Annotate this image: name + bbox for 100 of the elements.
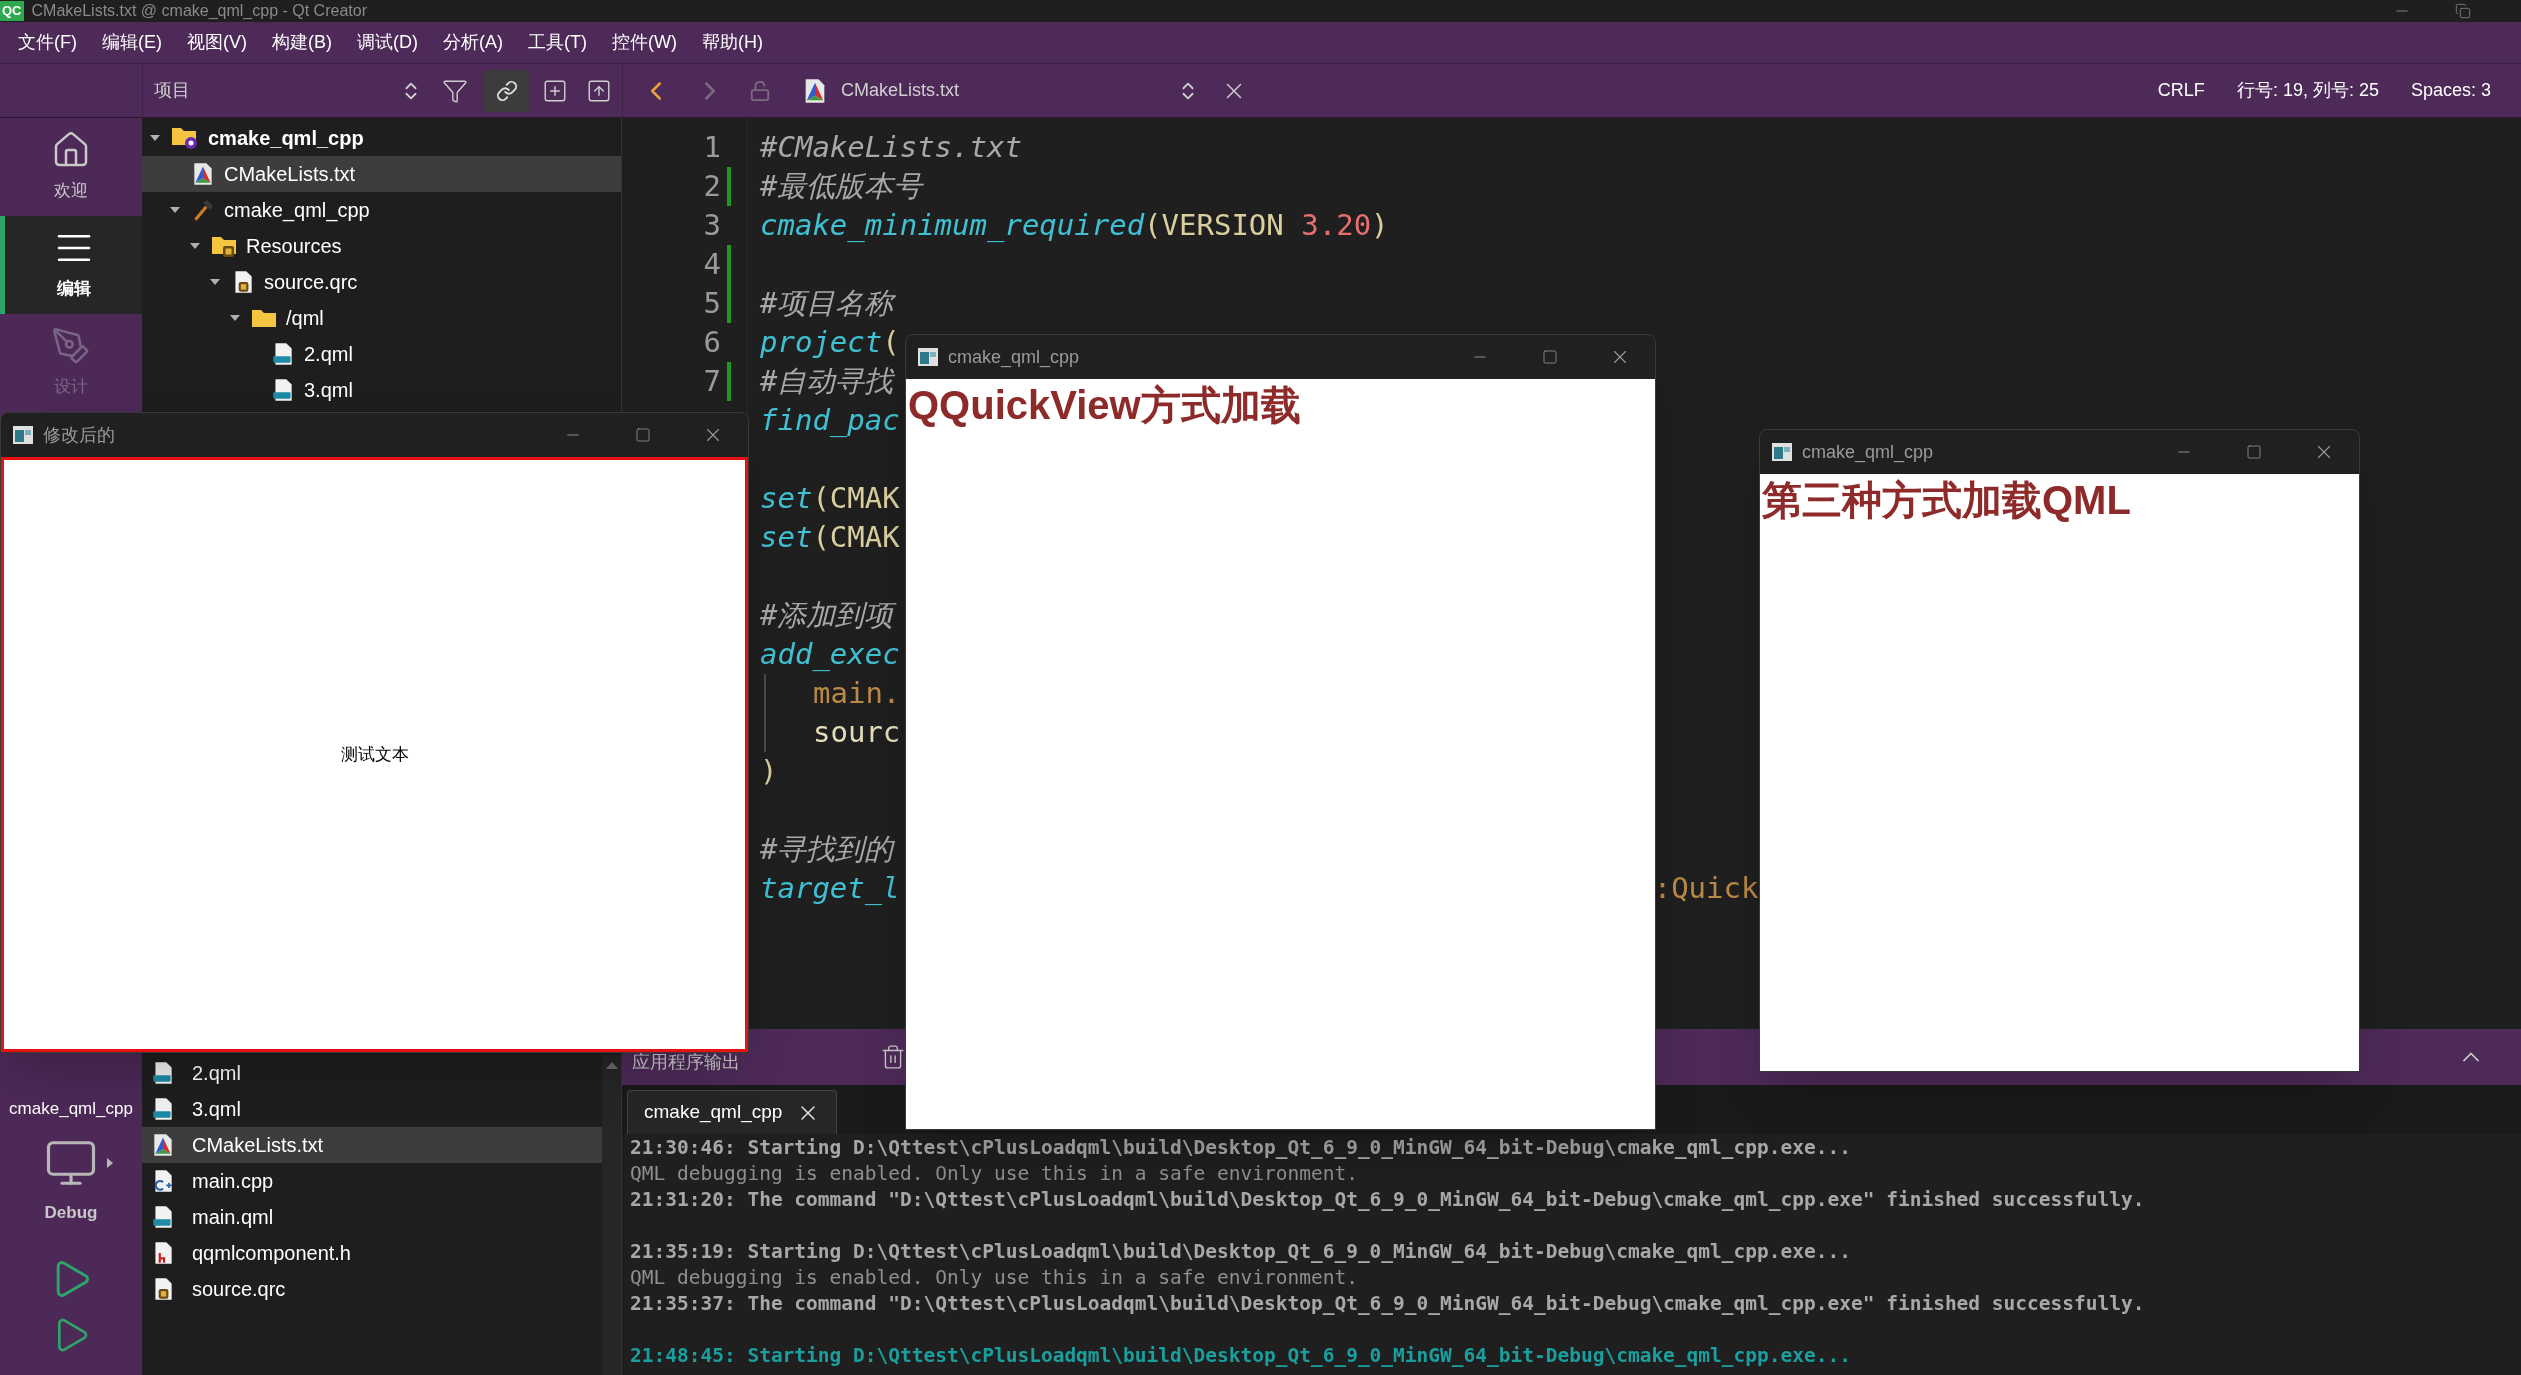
window-heading: QQuickView方式加载 bbox=[907, 382, 1301, 429]
window-title: CMakeLists.txt @ cmake_qml_cpp - Qt Creator bbox=[31, 1, 367, 21]
build-config-label[interactable]: Debug bbox=[44, 1199, 98, 1225]
line-number: 2 bbox=[703, 167, 721, 205]
output-line: QML debugging is enabled. Only use this in a safe environment. bbox=[630, 1161, 1359, 1187]
app-logo: QC bbox=[0, 1, 24, 21]
code-token: sourc bbox=[813, 713, 901, 751]
code-token: set bbox=[760, 479, 813, 517]
code-token: #最低版本号 bbox=[760, 167, 923, 205]
tree-item[interactable]: 2.qml bbox=[142, 336, 621, 372]
scrollbar[interactable] bbox=[602, 1055, 621, 1375]
window-app-icon bbox=[918, 348, 938, 366]
indent-label[interactable]: Spaces: 3 bbox=[2410, 77, 2491, 104]
mode-tab[interactable]: 编辑 bbox=[0, 216, 142, 314]
code-token: (VERSION bbox=[1144, 206, 1285, 244]
tree-item[interactable]: cmake_qml_cpp bbox=[142, 192, 621, 228]
code-token: ( bbox=[882, 323, 900, 361]
window-text: 测试文本 bbox=[340, 743, 409, 766]
menu-item[interactable]: 构建(B) bbox=[272, 29, 332, 56]
link-icon[interactable] bbox=[496, 79, 518, 102]
code-token: find_pac bbox=[760, 401, 900, 439]
code-token: set bbox=[760, 518, 813, 556]
output-line: 21:48:45: Starting D:\Qttest\cPlusLoadqml\build\Desktop_Qt_6_9_0_MinGW_64_bit-Debug\cmake_qml_cpp.exe... bbox=[630, 1343, 1852, 1369]
line-number: 6 bbox=[703, 323, 721, 361]
line-number: 3 bbox=[703, 206, 721, 244]
output-tab[interactable]: cmake_qml_cpp bbox=[627, 1090, 838, 1134]
line-number: 1 bbox=[703, 128, 721, 166]
code-token: (CMAK bbox=[812, 518, 900, 556]
output-line: 21:35:19: Starting D:\Qttest\cPlusLoadqml\build\Desktop_Qt_6_9_0_MinGW_64_bit-Debug\cmake_qml_cpp.exe... bbox=[630, 1239, 1852, 1265]
maximize-icon[interactable] bbox=[1542, 349, 1558, 365]
output-line: 21:31:20: The command "D:\Qttest\cPlusLoadqml\build\Desktop_Qt_6_9_0_MinGW_64_bit-Debug\cmake_qml_cpp.exe" finished successfully. bbox=[630, 1187, 2146, 1213]
code-token: add_exec bbox=[760, 635, 900, 673]
mode-tab[interactable]: 欢迎 bbox=[0, 118, 142, 216]
document-item[interactable]: CMakeLists.txt bbox=[142, 1127, 602, 1163]
tree-item[interactable]: cmake_qml_cpp bbox=[142, 120, 621, 156]
code-token: ) bbox=[1371, 206, 1389, 244]
menu-item[interactable]: 视图(V) bbox=[187, 29, 247, 56]
code-token: #项目名称 bbox=[760, 284, 894, 322]
output-line: 21:35:37: The command "D:\Qttest\cPlusLoadqml\build\Desktop_Qt_6_9_0_MinGW_64_bit-Debug\cmake_qml_cpp.exe" finished successfully. bbox=[630, 1291, 2146, 1317]
link-button[interactable] bbox=[484, 69, 530, 112]
menu-item[interactable]: 文件(F) bbox=[18, 29, 77, 56]
maximize-icon[interactable] bbox=[635, 427, 651, 443]
document-item[interactable]: qqmlcomponent.h bbox=[142, 1235, 602, 1271]
panel-title: 应用程序输出 bbox=[632, 1050, 740, 1074]
window-heading: 第三种方式加载QML bbox=[1761, 477, 2131, 524]
code-token: #寻找到的 bbox=[760, 830, 894, 868]
code-token: #CMakeLists.txt bbox=[760, 128, 1022, 166]
menu-item[interactable]: 调试(D) bbox=[357, 29, 418, 56]
maximize-icon[interactable] bbox=[2246, 444, 2262, 460]
output-line: QML debugging is enabled. Only use this in a safe environment. bbox=[630, 1265, 1359, 1291]
document-item[interactable]: main.cpp bbox=[142, 1163, 602, 1199]
code-token: target_l bbox=[760, 869, 900, 907]
tree-item-label: CMakeLists.txt bbox=[224, 162, 356, 187]
kit-project-label: cmake_qml_cpp bbox=[9, 1098, 133, 1120]
menu-item[interactable]: 分析(A) bbox=[443, 29, 503, 56]
project-folder-icon bbox=[170, 125, 200, 151]
tree-item-label: source.qrc bbox=[264, 270, 358, 295]
document-item[interactable]: main.qml bbox=[142, 1199, 602, 1235]
tree-item[interactable]: CMakeLists.txt bbox=[142, 156, 621, 192]
clear-icon[interactable] bbox=[880, 1044, 906, 1070]
code-token: (CMAK bbox=[812, 479, 900, 517]
scroll-up-icon[interactable] bbox=[605, 1061, 618, 1069]
document-item[interactable]: 3.qml bbox=[142, 1091, 602, 1127]
line-number: 7 bbox=[703, 362, 721, 400]
tree-item[interactable]: /qml bbox=[142, 300, 621, 336]
tree-item-label: 3.qml bbox=[304, 378, 353, 403]
code-token: project bbox=[760, 323, 883, 361]
line-number: 5 bbox=[703, 284, 721, 322]
restore-icon[interactable] bbox=[2455, 3, 2471, 19]
output-line: 21:30:46: Starting D:\Qttest\cPlusLoadqml\build\Desktop_Qt_6_9_0_MinGW_64_bit-Debug\cmake_qml_cpp.exe... bbox=[630, 1135, 1852, 1161]
code-token: :Quick bbox=[1653, 869, 1759, 907]
expand-arrow-icon[interactable] bbox=[106, 1156, 114, 1169]
menu-item[interactable]: 编辑(E) bbox=[102, 29, 162, 56]
file-name[interactable]: CMakeLists.txt bbox=[841, 77, 960, 104]
code-token: #自动寻找 bbox=[760, 362, 894, 400]
window-title: 修改后的 bbox=[43, 423, 115, 447]
tree-item-label: cmake_qml_cpp bbox=[208, 126, 364, 151]
code-token: 3.20 bbox=[1301, 206, 1372, 244]
tree-item-label: cmake_qml_cpp bbox=[224, 198, 370, 224]
window-title: cmake_qml_cpp bbox=[1802, 440, 1934, 465]
window-title: cmake_qml_cpp bbox=[948, 345, 1080, 370]
tree-item-label: Resources bbox=[246, 234, 342, 259]
tree-item[interactable]: Resources bbox=[142, 228, 621, 264]
project-view-label[interactable]: 项目 bbox=[154, 77, 190, 104]
cursor-position[interactable]: 行号: 19, 列号: 25 bbox=[2236, 77, 2379, 104]
line-number: 4 bbox=[703, 245, 721, 283]
code-token: cmake_minimum_required bbox=[760, 206, 1145, 244]
window-app-icon bbox=[13, 426, 33, 444]
window-app-icon bbox=[1772, 443, 1792, 461]
code-token: main. bbox=[813, 674, 901, 712]
document-item[interactable]: source.qrc bbox=[142, 1271, 602, 1307]
menu-item[interactable]: 工具(T) bbox=[528, 29, 587, 56]
document-item[interactable]: 2.qml bbox=[142, 1055, 602, 1091]
tree-item-label: /qml bbox=[286, 306, 324, 331]
code-token: ) bbox=[760, 752, 778, 790]
tree-item[interactable]: 3.qml bbox=[142, 372, 621, 408]
line-ending-label[interactable]: CRLF bbox=[2157, 77, 2205, 104]
tree-item[interactable]: source.qrc bbox=[142, 264, 621, 300]
menu-item[interactable]: 帮助(H) bbox=[701, 29, 763, 56]
menu-item[interactable]: 控件(W) bbox=[611, 29, 677, 56]
